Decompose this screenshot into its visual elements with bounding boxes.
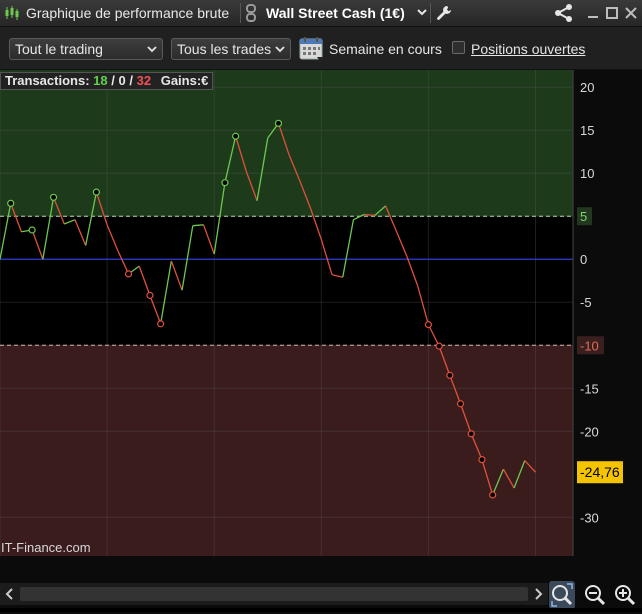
zoom-fit-button[interactable] xyxy=(549,581,575,609)
window-title: Graphique de performance brute xyxy=(26,5,230,21)
transactions-summary: Transactions: 18 / 0 / 32 Gains:€ xyxy=(0,72,214,90)
scroll-track[interactable] xyxy=(20,587,528,601)
transactions-label: Transactions: xyxy=(5,73,90,88)
trade-marker xyxy=(446,371,454,379)
trade-marker xyxy=(28,226,36,234)
zoom-in-button[interactable] xyxy=(612,581,638,609)
y-tick-label: 20 xyxy=(580,80,594,95)
trade-marker xyxy=(232,132,240,140)
title-separator xyxy=(240,3,241,23)
trades-select[interactable]: Tous les trades xyxy=(171,38,291,60)
count-separator: / xyxy=(111,73,115,88)
series-segment xyxy=(192,224,204,227)
trade-marker xyxy=(435,342,443,350)
trade-marker xyxy=(478,456,486,464)
chevron-down-icon xyxy=(147,46,157,53)
x-axis-area xyxy=(0,556,642,557)
loss-zone xyxy=(0,345,573,556)
trade-marker xyxy=(124,270,133,278)
trade-marker xyxy=(467,430,475,438)
positions-checkbox[interactable] xyxy=(452,41,465,54)
neutral-zone xyxy=(0,216,573,346)
scroll-left-icon[interactable] xyxy=(5,588,15,600)
week-label[interactable]: Semaine en cours xyxy=(329,41,442,57)
y-tick-label: -30 xyxy=(580,510,599,525)
toolbar: Tout le trading Tous les trades Semaine … xyxy=(0,27,642,70)
instrument-name[interactable]: Wall Street Cash (1€) xyxy=(266,5,405,21)
chevron-down-icon xyxy=(275,46,285,53)
gains-label: Gains: xyxy=(160,73,202,88)
scope-select-value: Tout le trading xyxy=(15,41,103,57)
link-icon[interactable] xyxy=(243,3,259,23)
trade-marker xyxy=(146,291,154,299)
horizontal-scrollbar[interactable] xyxy=(0,583,548,605)
scope-select[interactable]: Tout le trading xyxy=(9,38,163,60)
trade-marker xyxy=(424,321,433,329)
trade-marker xyxy=(7,199,15,207)
minimize-icon[interactable] xyxy=(586,6,600,20)
last-value-label: -24,76 xyxy=(580,464,620,480)
y-tick-label: 0 xyxy=(580,252,587,267)
bottom-edge xyxy=(0,608,642,612)
candlestick-icon xyxy=(5,6,19,20)
scroll-right-icon[interactable] xyxy=(533,588,543,600)
share-icon[interactable] xyxy=(553,3,575,23)
upper-threshold-label: 5 xyxy=(580,209,587,224)
title-separator xyxy=(430,3,431,23)
gains-unit: € xyxy=(201,73,209,88)
profit-zone xyxy=(0,70,573,217)
y-tick-label: -20 xyxy=(580,424,599,439)
close-icon[interactable] xyxy=(624,6,638,20)
trade-marker xyxy=(456,400,465,408)
trade-marker xyxy=(157,320,165,328)
winning-trades-count: 18 xyxy=(93,73,108,88)
trade-marker xyxy=(221,179,229,187)
trade-marker xyxy=(49,193,58,201)
zoom-out-icon xyxy=(585,585,606,606)
positions-link[interactable]: Positions ouvertes xyxy=(471,41,585,57)
series-segment xyxy=(364,213,375,217)
lower-threshold-label: -10 xyxy=(580,338,599,353)
count-separator: / xyxy=(129,73,133,88)
neutral-trades-count: 0 xyxy=(118,73,126,88)
zoom-out-button[interactable] xyxy=(582,581,608,609)
chevron-down-icon[interactable] xyxy=(416,6,428,18)
y-tick-label: -5 xyxy=(580,295,592,310)
trades-select-value: Tous les trades xyxy=(177,41,272,57)
y-tick-label: -15 xyxy=(580,381,599,396)
trade-marker xyxy=(274,119,283,127)
maximize-icon[interactable] xyxy=(605,6,619,20)
y-tick-label: 15 xyxy=(580,123,594,138)
losing-trades-count: 32 xyxy=(136,73,152,88)
calendar-icon[interactable] xyxy=(299,36,325,62)
watermark: IT-Finance.com xyxy=(1,540,91,555)
y-tick-label: 10 xyxy=(580,166,594,181)
trade-marker xyxy=(489,491,497,499)
performance-chart[interactable]: 2015100-5-15-20-305-10-24,7601020304050 xyxy=(0,70,642,557)
wrench-icon[interactable] xyxy=(435,4,453,22)
zoom-fit-icon xyxy=(551,583,573,607)
title-bar: Graphique de performance brute Wall Stre… xyxy=(0,0,642,27)
trade-marker xyxy=(92,188,100,196)
zoom-in-icon xyxy=(615,585,636,606)
